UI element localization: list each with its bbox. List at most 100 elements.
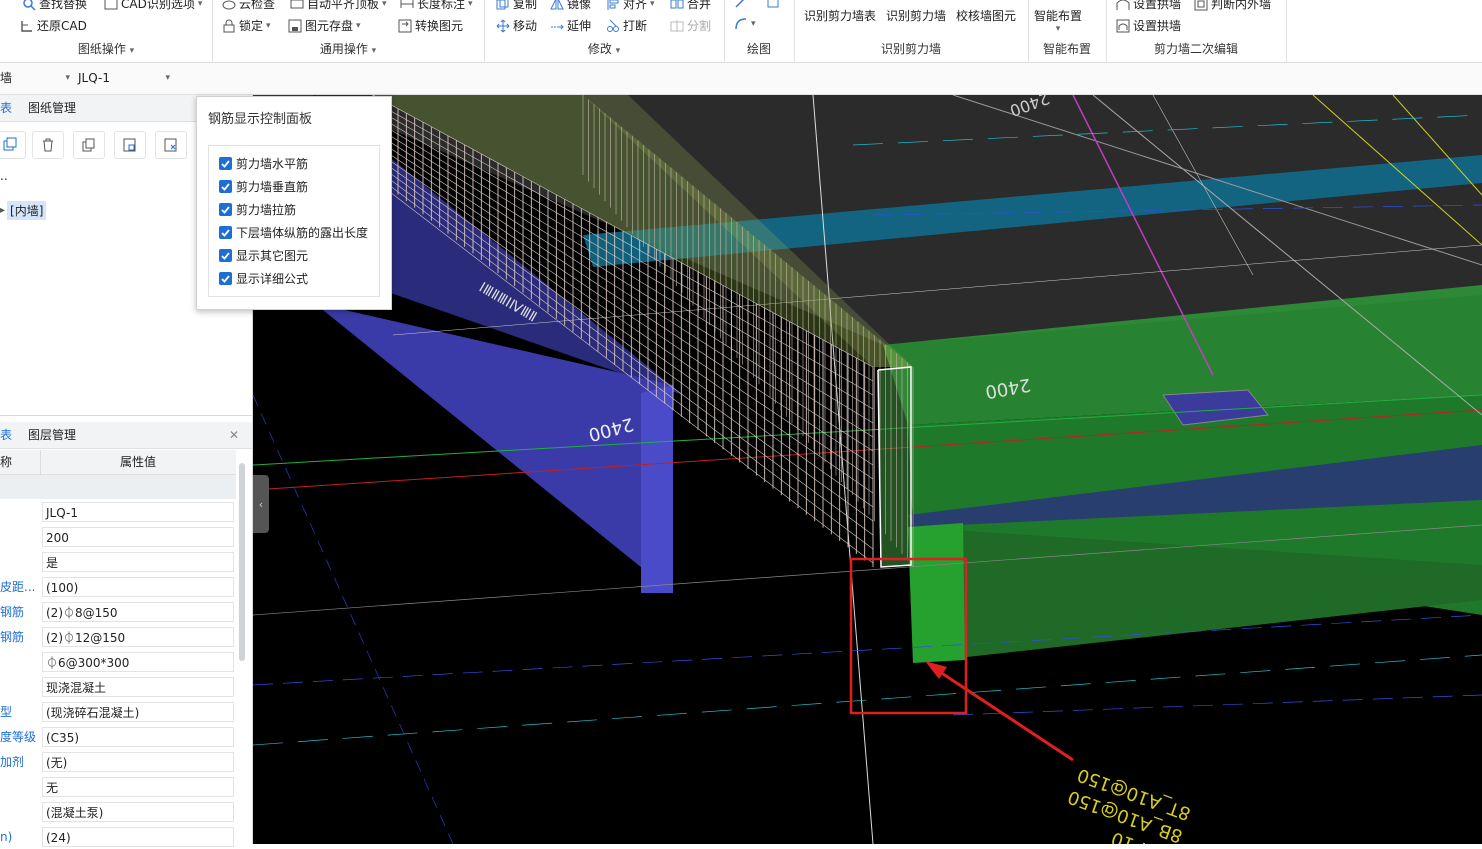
tree-item-inner-wall[interactable]: ▸ [内墙] (0, 201, 47, 220)
identify-wall-button[interactable]: 识别剪力墙 (886, 7, 946, 24)
ribbon-group-draw: ▾ 绘图 (724, 0, 795, 62)
tab-layer-management[interactable]: 图层管理 (28, 422, 76, 448)
break-button[interactable]: 打断 (606, 17, 647, 34)
collapse-panel-handle[interactable]: ‹ (253, 475, 269, 533)
tab-component-list[interactable]: 表 (0, 95, 12, 121)
checkbox-checked-icon[interactable] (219, 248, 232, 262)
save-element-icon (288, 19, 302, 32)
chevron-down-icon: ▾ (197, 0, 203, 9)
checkbox-checked-icon[interactable] (219, 179, 232, 193)
tab-drawing-management[interactable]: 图纸管理 (28, 95, 76, 121)
split-button[interactable]: 分割 (670, 17, 711, 34)
blue-wall-end (641, 385, 673, 593)
checkbox-checked-icon[interactable] (219, 156, 232, 170)
property-value-field[interactable]: 200 (42, 527, 234, 547)
ribbon-group-label: 绘图 (746, 42, 771, 56)
property-value-field[interactable]: (C35) (42, 727, 234, 747)
property-name-header: 称 (0, 455, 13, 469)
property-value-field[interactable]: 无 (42, 777, 234, 797)
layer-copy-button[interactable] (114, 131, 146, 159)
chevron-down-icon[interactable]: ▾ (130, 46, 135, 56)
property-name: 皮距... (0, 580, 36, 594)
element-save-button[interactable]: 图元存盘 ▾ (288, 17, 361, 34)
chevron-down-icon: ▾ (356, 20, 361, 31)
extend-button[interactable]: 延伸 (550, 17, 591, 34)
mirror-icon (550, 0, 564, 9)
draw-line-button[interactable] (734, 0, 748, 9)
ribbon-group-label: 智能布置 (1042, 42, 1091, 56)
break-icon (607, 19, 619, 32)
checkbox-checked-icon[interactable] (219, 271, 232, 285)
check-wall-button[interactable]: 校核墙图元 (956, 7, 1016, 24)
identify-wall-table-button[interactable]: 识别剪力墙表 (804, 7, 876, 24)
convert-element-button[interactable]: 转换图元 (398, 17, 463, 34)
split-icon (670, 19, 684, 32)
mirror-button[interactable]: 镜像 (550, 0, 591, 12)
judge-wall-button[interactable]: 判断内外墙 (1194, 0, 1271, 12)
element-type-select[interactable]: 墙 ▾ (0, 67, 72, 89)
chevron-down-icon[interactable]: ▾ (372, 46, 377, 56)
length-dimension-button[interactable]: 长度标注 ▾ (400, 0, 473, 12)
close-icon[interactable]: ✕ (229, 422, 239, 448)
option-checkbox-row[interactable]: 剪力墙拉筋 (219, 198, 296, 220)
property-value-field[interactable]: (2)⏀12@150 (42, 627, 234, 647)
option-checkbox-row[interactable]: 显示其它图元 (219, 244, 308, 266)
chevron-down-icon: ▾ (65, 73, 70, 83)
draw-rect-button[interactable] (766, 0, 780, 9)
extend-icon (551, 24, 564, 29)
property-value-field[interactable]: (24) (42, 827, 234, 847)
draw-arc-button[interactable]: ▾ (734, 17, 756, 31)
copy-component-button[interactable] (73, 131, 105, 159)
cloud-check-button[interactable]: 云检查 (222, 0, 275, 12)
new-component-button[interactable] (0, 131, 26, 159)
property-value-field[interactable]: (现浇碎石混凝土) (42, 702, 234, 722)
move-button[interactable]: 移动 (496, 17, 537, 34)
ribbon-group-modify: 复制 镜像 对齐 ▾ 合并 移动 延伸 打断 分割 修改 ▾ (484, 0, 725, 62)
find-replace-button[interactable]: 查找替换 (22, 0, 87, 12)
option-checkbox-row[interactable]: 下层墙体纵筋的露出长度 (219, 221, 368, 243)
smart-layout-button[interactable]: 智能布置 ▾ (1034, 7, 1082, 34)
tab-property-list[interactable]: 表 (0, 422, 12, 448)
merge-button[interactable]: 合并 (670, 0, 711, 12)
set-arch-wall-button-2[interactable]: 设置拱墙 (1116, 17, 1181, 34)
property-value-field[interactable]: (混凝土泵) (42, 802, 234, 822)
property-value-field[interactable]: (2)⏀8@150 (42, 602, 234, 622)
set-arch-wall-button[interactable]: 设置拱墙 (1116, 0, 1181, 12)
checkbox-checked-icon[interactable] (219, 225, 232, 239)
property-value-field[interactable]: 现浇混凝土 (42, 677, 234, 697)
element-name-select[interactable]: JLQ-1 ▾ (78, 67, 172, 89)
chevron-down-icon[interactable]: ▾ (616, 46, 621, 56)
panel-title: 钢筋显示控制面板 (208, 112, 313, 127)
align-slab-icon (290, 0, 304, 8)
copy-button[interactable]: 复制 (496, 0, 537, 12)
option-checkbox-row[interactable]: 剪力墙水平筋 (219, 152, 308, 174)
3d-scene[interactable]: 2400 2400 2400 ⅠⅢⅡⅢⅠⅣⅢⅡ LBH-10 8B_A10@15… (253, 95, 1482, 844)
property-value-field[interactable]: ⏀6@300*300 (42, 652, 234, 672)
cad-options-button[interactable]: CAD识别选项 ▾ (104, 0, 202, 12)
delete-button[interactable] (32, 131, 64, 159)
checkbox-checked-icon[interactable] (219, 202, 232, 216)
option-checkbox-row[interactable]: 显示详细公式 (219, 267, 308, 289)
property-value-field[interactable]: (100) (42, 577, 234, 597)
property-name (0, 775, 40, 799)
property-name (0, 550, 40, 574)
align-button[interactable]: 对齐 ▾ (606, 0, 655, 12)
property-name (0, 650, 40, 674)
rebar-display-control-panel: 钢筋显示控制面板 剪力墙水平筋 剪力墙垂直筋 剪力墙拉筋 下层墙体纵筋的露出长度 显示其… (196, 96, 392, 310)
property-name: 加剂 (0, 755, 25, 769)
auto-align-slab-button[interactable]: 自动平齐顶板 ▾ (290, 0, 387, 12)
restore-cad-icon (21, 20, 32, 32)
option-checkbox-row[interactable]: 剪力墙垂直筋 (219, 175, 308, 197)
property-value-field[interactable]: (无) (42, 752, 234, 772)
3d-viewport[interactable]: 2400 2400 2400 ⅠⅢⅡⅢⅠⅣⅢⅡ LBH-10 8B_A10@15… (253, 95, 1482, 844)
ribbon-group-label: 修改 ▾ (587, 42, 621, 56)
property-value-field[interactable]: 是 (42, 552, 234, 572)
panel-divider (0, 415, 252, 416)
layer-save-button[interactable] (155, 131, 187, 159)
property-scrollbar[interactable] (239, 463, 245, 661)
property-value-field[interactable]: JLQ-1 (42, 502, 234, 522)
lock-button[interactable]: 锁定 ▾ (222, 17, 271, 34)
property-row: 现浇混凝土 (0, 675, 236, 699)
restore-cad-button[interactable]: 还原CAD (20, 17, 87, 34)
property-row: 钢筋 (2)⏀12@150 (0, 625, 236, 649)
